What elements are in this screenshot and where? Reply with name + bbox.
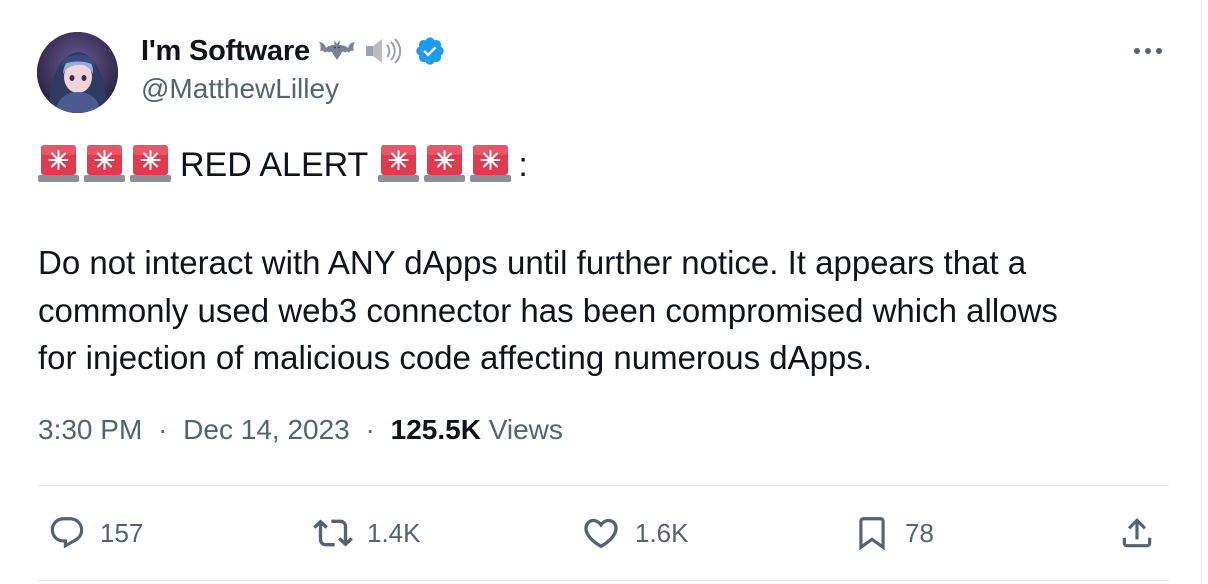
- repost-button[interactable]: 1.4K: [313, 510, 421, 556]
- more-options-button[interactable]: [1126, 36, 1170, 66]
- like-count: 1.6K: [635, 517, 689, 548]
- share-button[interactable]: [1118, 510, 1156, 556]
- avatar-illustration: [37, 32, 118, 113]
- user-handle[interactable]: @MatthewLilley: [141, 73, 339, 105]
- tweet-meta: 3:30 PM · Dec 14, 2023 · 125.5K Views: [38, 414, 563, 446]
- meta-separator: ·: [365, 414, 375, 445]
- heart-icon: [584, 518, 618, 549]
- alert-suffix: :: [518, 145, 528, 184]
- police-light-icon: [38, 142, 79, 188]
- views-label: Views: [488, 414, 563, 445]
- display-name-row: I'm Software: [141, 30, 446, 72]
- divider: [38, 580, 1169, 581]
- views-count: 125.5K: [390, 414, 481, 445]
- bat-emoji-icon: [318, 38, 356, 64]
- reply-icon: [50, 517, 84, 549]
- like-button[interactable]: 1.6K: [581, 510, 689, 556]
- tweet-time[interactable]: 3:30 PM: [38, 414, 142, 445]
- police-light-icon: [130, 142, 171, 188]
- tweet-body: Do not interact with ANY dApps until fur…: [38, 239, 1168, 382]
- tweet-body-line: for injection of malicious code affectin…: [38, 339, 873, 376]
- speaker-emoji-icon: [364, 36, 402, 66]
- repost-icon: [313, 519, 353, 547]
- tweet-card: I'm Software @MatthewLilley RED ALERT: …: [0, 0, 1202, 584]
- alert-line: RED ALERT :: [38, 142, 528, 188]
- police-light-icon: [378, 142, 420, 188]
- avatar[interactable]: [37, 32, 118, 113]
- police-light-icon: [84, 142, 125, 188]
- share-icon: [1122, 518, 1152, 548]
- tweet-date[interactable]: Dec 14, 2023: [183, 414, 350, 445]
- more-dots-icon: [1134, 48, 1162, 54]
- repost-count: 1.4K: [367, 517, 421, 548]
- police-light-icon: [424, 142, 466, 188]
- reply-count: 157: [100, 517, 144, 548]
- divider: [38, 485, 1169, 486]
- tweet-body-line: commonly used web3 connector has been co…: [38, 291, 1058, 329]
- tweet-body-line: Do not interact with ANY dApps until fur…: [38, 244, 1027, 281]
- bookmark-count: 78: [905, 517, 934, 548]
- bookmark-button[interactable]: 78: [853, 510, 934, 556]
- reply-button[interactable]: 157: [48, 510, 143, 556]
- alert-text: RED ALERT: [180, 145, 369, 184]
- bookmark-icon: [859, 517, 885, 551]
- police-light-icon: [470, 142, 512, 188]
- display-name[interactable]: I'm Software: [141, 35, 310, 68]
- verified-badge-icon: [414, 35, 446, 67]
- meta-separator: ·: [158, 414, 168, 445]
